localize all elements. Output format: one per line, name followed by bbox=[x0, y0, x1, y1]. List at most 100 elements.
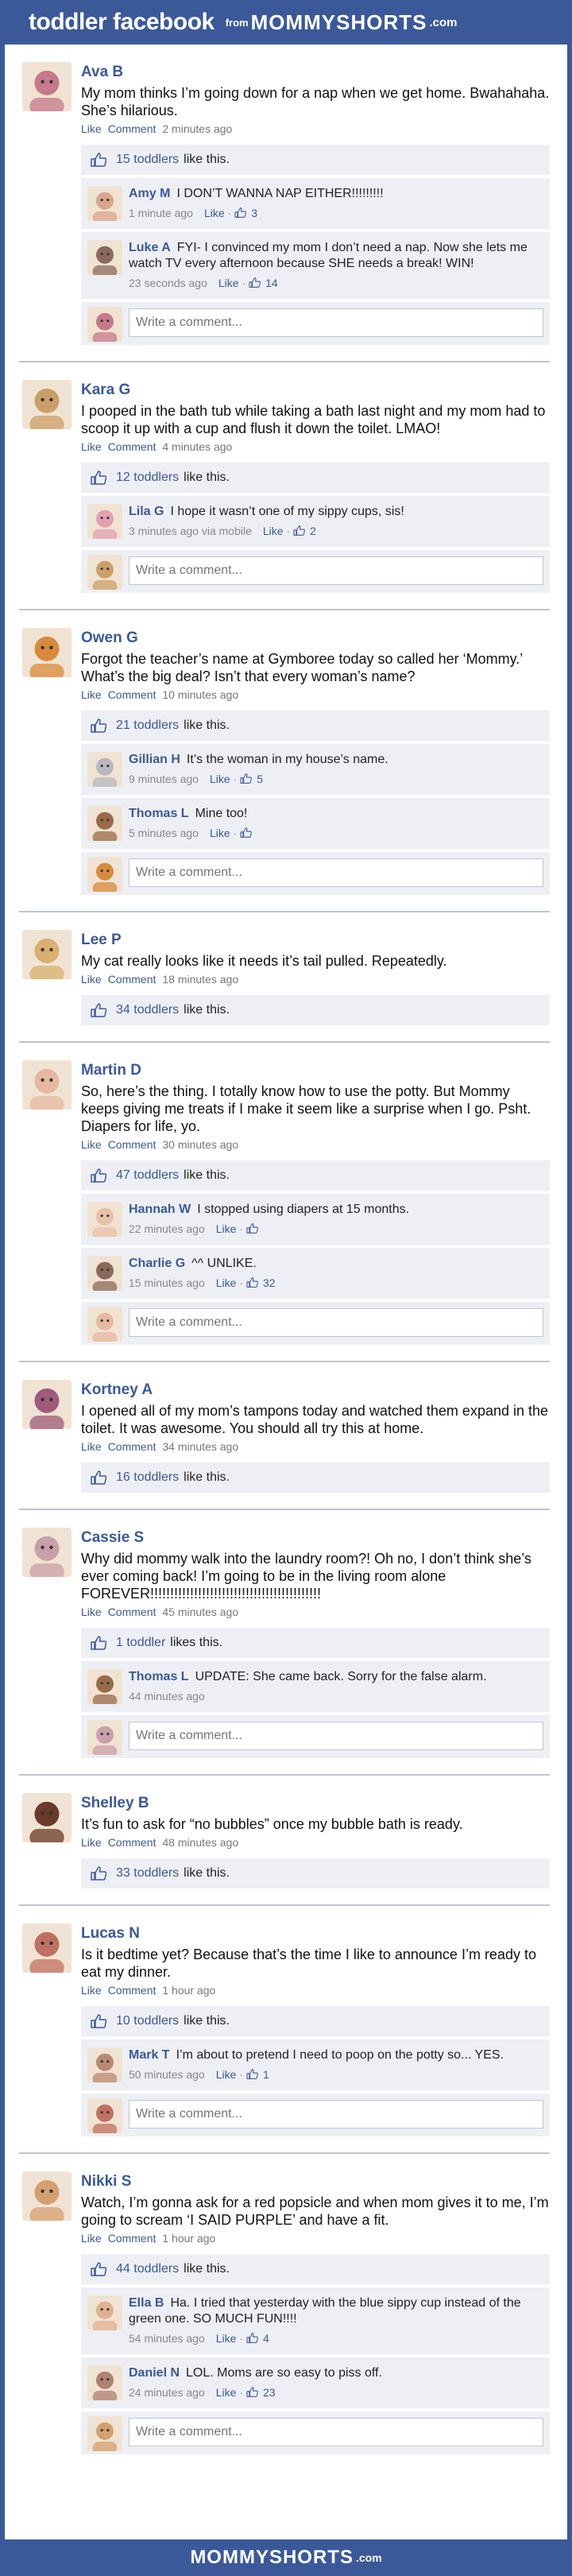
comment-avatar[interactable] bbox=[87, 1669, 122, 1704]
write-comment-input[interactable] bbox=[129, 1308, 543, 1337]
comment-avatar[interactable] bbox=[87, 186, 122, 221]
comment-author-link[interactable]: Amy M bbox=[129, 187, 170, 200]
post-author-link[interactable]: Cassie S bbox=[81, 1524, 550, 1547]
comment-link[interactable]: Comment bbox=[108, 2232, 157, 2245]
comment-author-link[interactable]: Thomas L bbox=[129, 1670, 189, 1683]
post-avatar[interactable] bbox=[22, 930, 72, 979]
comment-like-link[interactable]: Like bbox=[210, 773, 230, 785]
post-avatar[interactable] bbox=[22, 62, 72, 111]
post-author-link[interactable]: Nikki S bbox=[81, 2168, 550, 2191]
post-author-link[interactable]: Kortney A bbox=[81, 1377, 550, 1399]
likes-count-link[interactable]: 33 toddlers bbox=[116, 1866, 179, 1881]
comment-like-link[interactable]: Like bbox=[216, 2386, 237, 2399]
post-avatar[interactable] bbox=[22, 1793, 72, 1842]
comment-avatar[interactable] bbox=[87, 2295, 122, 2330]
comment-like-link[interactable]: Like bbox=[218, 277, 239, 289]
comment-link[interactable]: Comment bbox=[108, 688, 157, 701]
post-avatar[interactable] bbox=[22, 2171, 72, 2221]
comment-author-link[interactable]: Hannah W bbox=[129, 1203, 191, 1216]
post-avatar[interactable] bbox=[22, 1380, 72, 1429]
comment-avatar[interactable] bbox=[87, 240, 122, 275]
comment-like-link[interactable]: Like bbox=[263, 525, 284, 537]
like-link[interactable]: Like bbox=[81, 1836, 102, 1849]
post-avatar[interactable] bbox=[22, 380, 72, 429]
post-avatar[interactable] bbox=[22, 628, 72, 677]
comment-avatar[interactable] bbox=[87, 2365, 122, 2400]
like-link[interactable]: Like bbox=[81, 1606, 102, 1618]
post-author-link[interactable]: Shelley B bbox=[81, 1790, 550, 1812]
comment-like-count[interactable]: 5 bbox=[257, 773, 263, 785]
comment-like-link[interactable]: Like bbox=[210, 827, 230, 839]
comment-author-link[interactable]: Mark T bbox=[129, 2048, 170, 2062]
comment-link[interactable]: Comment bbox=[108, 1836, 157, 1849]
post-avatar[interactable] bbox=[22, 1923, 72, 1973]
likes-count-link[interactable]: 44 toddlers bbox=[116, 2262, 179, 2276]
comment-avatar[interactable] bbox=[87, 1256, 122, 1291]
comment-avatar[interactable] bbox=[87, 806, 122, 841]
comment-author-link[interactable]: Luke A bbox=[129, 241, 171, 254]
comment-avatar[interactable] bbox=[87, 752, 122, 787]
like-link[interactable]: Like bbox=[81, 688, 102, 701]
like-link[interactable]: Like bbox=[81, 2232, 102, 2245]
like-link[interactable]: Like bbox=[81, 1138, 102, 1151]
comment-author-link[interactable]: Ella B bbox=[129, 2296, 164, 2310]
comment-link[interactable]: Comment bbox=[108, 973, 157, 986]
comment-like-count[interactable]: 14 bbox=[265, 277, 278, 289]
comment-like-count[interactable]: 32 bbox=[263, 1276, 276, 1289]
comment-author-link[interactable]: Daniel N bbox=[129, 2366, 180, 2380]
comment-like-link[interactable]: Like bbox=[204, 207, 225, 219]
post-author-link[interactable]: Owen G bbox=[81, 625, 550, 647]
comment-avatar[interactable] bbox=[87, 2047, 122, 2082]
write-comment-input[interactable] bbox=[129, 1722, 543, 1750]
post-avatar[interactable] bbox=[22, 1060, 72, 1110]
likes-suffix: like this. bbox=[184, 1003, 230, 1017]
likes-count-link[interactable]: 47 toddlers bbox=[116, 1168, 179, 1183]
comment-like-link[interactable]: Like bbox=[216, 2332, 237, 2345]
comment-like-count[interactable]: 1 bbox=[263, 2068, 269, 2081]
comment-avatar[interactable] bbox=[87, 504, 122, 539]
comment-link[interactable]: Comment bbox=[108, 1606, 157, 1618]
write-comment-input[interactable] bbox=[129, 308, 543, 337]
comment-avatar[interactable] bbox=[87, 1202, 122, 1237]
like-link[interactable]: Like bbox=[81, 973, 102, 986]
write-comment-input[interactable] bbox=[129, 556, 543, 585]
likes-count-link[interactable]: 1 toddler bbox=[116, 1636, 165, 1650]
comment-like-count[interactable]: 3 bbox=[251, 207, 257, 219]
post-avatar[interactable] bbox=[22, 1528, 72, 1577]
comment-author-link[interactable]: Gillian H bbox=[129, 753, 180, 766]
post-author-link[interactable]: Lucas N bbox=[81, 1920, 550, 1943]
write-comment-input[interactable] bbox=[129, 2418, 543, 2446]
likes-count-link[interactable]: 16 toddlers bbox=[116, 1470, 179, 1485]
comment-like-count[interactable]: 4 bbox=[263, 2332, 269, 2345]
likes-summary: 44 toddlers like this. bbox=[81, 2254, 550, 2284]
comment-link[interactable]: Comment bbox=[108, 440, 157, 453]
likes-count-link[interactable]: 21 toddlers bbox=[116, 719, 179, 733]
comment: Hannah W I stopped using diapers at 15 mo… bbox=[81, 1192, 550, 1245]
write-comment-input[interactable] bbox=[129, 2100, 543, 2129]
likes-count-link[interactable]: 12 toddlers bbox=[116, 471, 179, 485]
comment-author-link[interactable]: Thomas L bbox=[129, 807, 189, 820]
like-link[interactable]: Like bbox=[81, 1984, 102, 1997]
like-link[interactable]: Like bbox=[81, 440, 102, 453]
likes-count-link[interactable]: 15 toddlers bbox=[116, 153, 179, 167]
comment-link[interactable]: Comment bbox=[108, 122, 157, 135]
comment-link[interactable]: Comment bbox=[108, 1138, 157, 1151]
post-author-link[interactable]: Ava B bbox=[81, 59, 550, 81]
comment-like-link[interactable]: Like bbox=[216, 1222, 237, 1235]
comment-like-count[interactable]: 2 bbox=[310, 525, 316, 537]
comment-like-link[interactable]: Like bbox=[216, 1276, 237, 1289]
comment-link[interactable]: Comment bbox=[108, 1440, 157, 1453]
like-link[interactable]: Like bbox=[81, 1440, 102, 1453]
comment-link[interactable]: Comment bbox=[108, 1984, 157, 1997]
comment-like-count[interactable]: 23 bbox=[263, 2386, 276, 2399]
likes-count-link[interactable]: 10 toddlers bbox=[116, 2014, 179, 2028]
write-comment-input[interactable] bbox=[129, 858, 543, 887]
post-author-link[interactable]: Martin D bbox=[81, 1057, 550, 1079]
like-link[interactable]: Like bbox=[81, 122, 102, 135]
post-author-link[interactable]: Kara G bbox=[81, 377, 550, 399]
comment-like-link[interactable]: Like bbox=[216, 2068, 237, 2081]
comment-author-link[interactable]: Lila G bbox=[129, 505, 164, 518]
likes-count-link[interactable]: 34 toddlers bbox=[116, 1003, 179, 1017]
comment-author-link[interactable]: Charlie G bbox=[129, 1257, 185, 1270]
post-author-link[interactable]: Lee P bbox=[81, 927, 550, 949]
